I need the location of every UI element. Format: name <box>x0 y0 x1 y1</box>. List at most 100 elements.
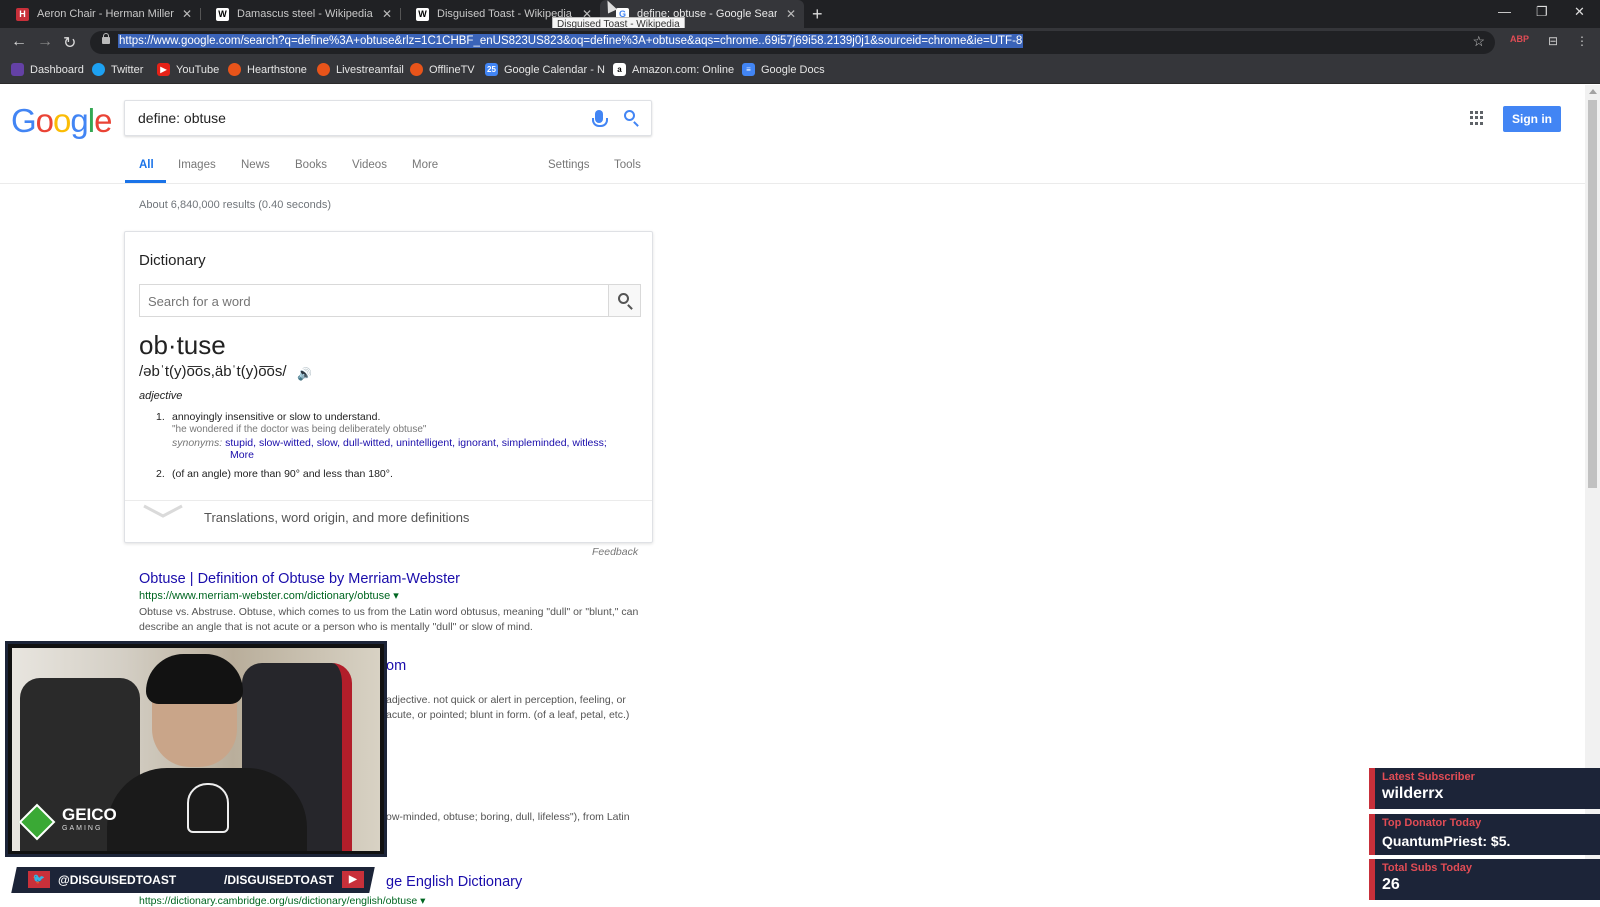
tab-videos[interactable]: Videos <box>352 159 387 171</box>
bookmark-google-docs[interactable]: ≡ Google Docs <box>742 63 825 76</box>
herman-miller-favicon-icon: H <box>16 7 29 21</box>
search-box[interactable]: define: obtuse <box>124 100 652 136</box>
reddit-icon <box>228 63 241 76</box>
youtube-handle: /DISGUISEDTOAST ▶ <box>224 871 364 888</box>
wikipedia-favicon-icon: W <box>216 7 229 21</box>
bookmark-youtube[interactable]: ▶ YouTube <box>157 63 219 76</box>
bookmark-amazon[interactable]: a Amazon.com: Online <box>613 63 734 76</box>
lock-icon <box>102 33 110 44</box>
bookmark-label: Twitter <box>111 63 144 76</box>
active-tab-underline <box>125 180 166 183</box>
bookmark-label: Amazon.com: Online <box>632 63 735 76</box>
result-url[interactable]: https://dictionary.cambridge.org/us/dict… <box>139 895 425 907</box>
bookmark-google-calendar[interactable]: 25 Google Calendar - N <box>485 63 605 76</box>
close-tab-icon[interactable]: ✕ <box>786 7 796 21</box>
dictionary-card: Dictionary Search for a word ob·tuse /əb… <box>124 231 653 543</box>
twitter-icon <box>92 63 105 76</box>
chevron-down-icon[interactable] <box>143 503 183 519</box>
back-arrow-icon[interactable]: ← <box>11 33 27 51</box>
minimize-icon[interactable]: — <box>1498 4 1511 19</box>
cast-extension-icon[interactable]: ⊟ <box>1548 34 1558 48</box>
geico-gaming-logo: GEICO GAMING <box>18 803 117 841</box>
synonyms-list[interactable]: stupid, slow-witted, slow, dull-witted, … <box>225 437 607 449</box>
definition-number: 2. <box>156 468 165 480</box>
menu-kebab-icon[interactable]: ⋮ <box>1576 34 1588 48</box>
tab-damascus-steel[interactable]: W Damascus steel - Wikipedia ✕ <box>200 0 400 28</box>
result-title-link[interactable]: ge English Dictionary <box>386 874 522 890</box>
divider <box>125 500 652 501</box>
more-definitions-link[interactable]: Translations, word origin, and more defi… <box>204 510 469 525</box>
twitter-handle-text: @DISGUISEDTOAST <box>58 872 177 887</box>
bookmark-star-icon[interactable]: ☆ <box>1472 33 1485 50</box>
close-window-icon[interactable]: ✕ <box>1574 4 1585 20</box>
bookmark-livestreamfail[interactable]: Livestreamfail <box>317 63 404 76</box>
tab-settings[interactable]: Settings <box>548 159 590 171</box>
bookmark-label: Dashboard <box>30 63 84 76</box>
adblock-extension-icon[interactable]: ABP <box>1510 34 1529 44</box>
top-donator-label: Top Donator Today <box>1382 817 1482 829</box>
total-subs-label: Total Subs Today <box>1382 862 1473 874</box>
microphone-icon[interactable] <box>592 110 608 127</box>
youtube-icon: ▶ <box>157 63 170 76</box>
new-tab-icon[interactable]: + <box>812 4 823 25</box>
tab-images[interactable]: Images <box>178 159 216 171</box>
feedback-link[interactable]: Feedback <box>592 546 638 558</box>
result-url[interactable]: https://www.merriam-webster.com/dictiona… <box>139 589 639 602</box>
sign-in-button[interactable]: Sign in <box>1503 106 1561 132</box>
youtube-icon: ▶ <box>341 871 364 888</box>
address-bar[interactable]: https://www.google.com/search?q=define%3… <box>90 31 1495 54</box>
reload-icon[interactable]: ↻ <box>63 33 76 53</box>
webcam-overlay: GEICO GAMING <box>5 641 387 857</box>
tab-more[interactable]: More <box>412 159 438 171</box>
ghost-shirt-print <box>187 783 229 833</box>
webcam-feed: GEICO GAMING <box>12 648 380 851</box>
tab-books[interactable]: Books <box>295 159 327 171</box>
forward-arrow-icon[interactable]: → <box>37 33 53 51</box>
search-result: Obtuse | Definition of Obtuse by Merriam… <box>139 571 639 635</box>
url-text[interactable]: https://www.google.com/search?q=define%3… <box>118 34 1024 48</box>
tab-aeron-chair[interactable]: H Aeron Chair - Herman Miller ✕ <box>0 0 200 28</box>
result-snippet: acute, or pointed; blunt in form. (of a … <box>386 709 630 721</box>
word-search-button[interactable] <box>608 284 641 317</box>
google-apps-icon[interactable] <box>1470 111 1484 125</box>
top-donator-value: QuantumPriest: $5. <box>1382 833 1511 849</box>
wikipedia-favicon-icon: W <box>416 7 429 21</box>
headword: ob·tuse <box>139 330 226 360</box>
bookmark-hearthstone[interactable]: Hearthstone <box>228 63 307 76</box>
bookmark-label: YouTube <box>176 63 220 76</box>
definition-2: (of an angle) more than 90° and less tha… <box>172 468 393 480</box>
tab-all[interactable]: All <box>139 159 154 171</box>
search-input[interactable]: define: obtuse <box>138 110 226 126</box>
dictionary-heading: Dictionary <box>139 252 206 269</box>
latest-subscriber-value: wilderrx <box>1382 785 1444 802</box>
youtube-handle-text: /DISGUISEDTOAST <box>224 872 334 887</box>
twitter-handle: 🐦 @DISGUISEDTOAST <box>28 871 176 888</box>
scroll-thumb[interactable] <box>1588 100 1597 488</box>
speaker-icon[interactable]: 🔊 <box>297 367 312 381</box>
search-nav-tabs: All Images News Books Videos More Settin… <box>0 143 1585 184</box>
result-title-link[interactable]: Obtuse | Definition of Obtuse by Merriam… <box>139 571 639 587</box>
tab-title: Damascus steel - Wikipedia <box>237 8 373 20</box>
google-logo[interactable]: Google <box>11 102 112 140</box>
word-search-input[interactable]: Search for a word <box>139 284 609 317</box>
scroll-up-arrow-icon[interactable] <box>1589 89 1597 94</box>
synonyms-more-link[interactable]: More <box>230 449 254 461</box>
close-tab-icon[interactable]: ✕ <box>382 7 392 21</box>
synonyms-label: synonyms: <box>172 437 223 449</box>
search-icon[interactable] <box>624 110 635 121</box>
bookmark-label: Livestreamfail <box>336 63 404 76</box>
total-subs-value: 26 <box>1382 876 1400 893</box>
bookmark-twitter[interactable]: Twitter <box>92 63 143 76</box>
part-of-speech: adjective <box>139 390 183 402</box>
result-title-link[interactable]: om <box>386 658 406 674</box>
bookmark-label: OfflineTV <box>429 63 475 76</box>
restore-icon[interactable]: ❐ <box>1536 4 1548 20</box>
tab-tools[interactable]: Tools <box>614 159 641 171</box>
bookmark-offlinetv[interactable]: OfflineTV <box>410 63 475 76</box>
tab-strip: H Aeron Chair - Herman Miller ✕ W Damasc… <box>0 0 1600 28</box>
streamer-hair <box>146 654 243 704</box>
search-icon <box>618 293 629 304</box>
bookmark-dashboard[interactable]: Dashboard <box>11 63 84 76</box>
close-tab-icon[interactable]: ✕ <box>182 7 192 21</box>
tab-news[interactable]: News <box>241 159 270 171</box>
